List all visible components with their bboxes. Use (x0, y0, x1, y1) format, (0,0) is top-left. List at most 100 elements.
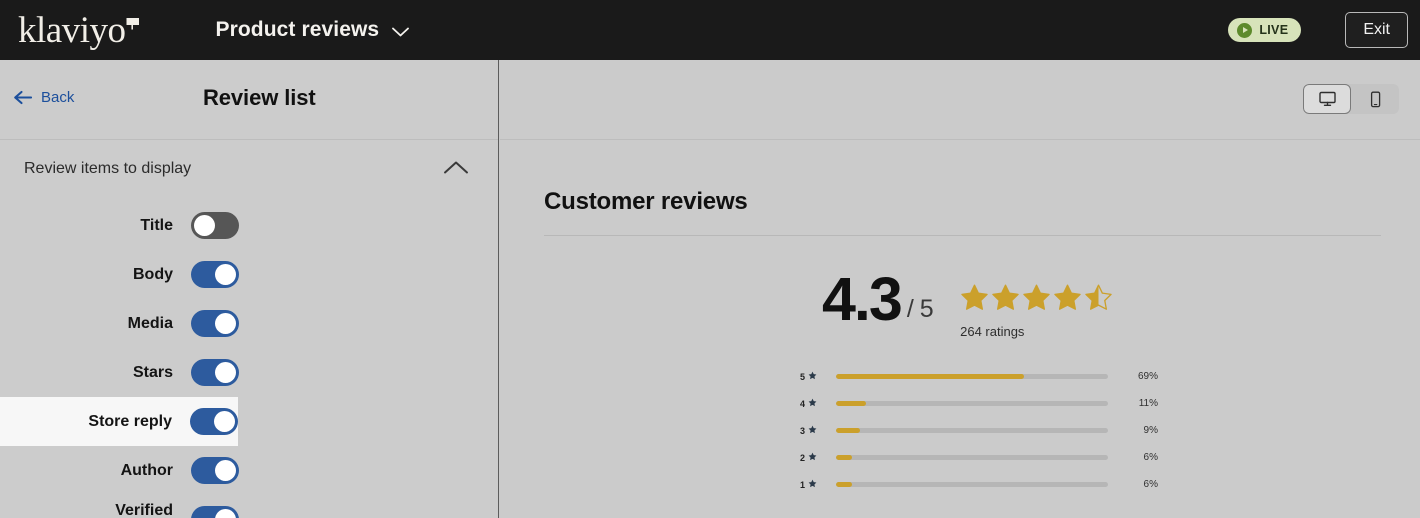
star-icon (808, 371, 817, 382)
back-button-label: Back (41, 89, 75, 106)
app-root: klaviyo Product reviews LIVE Exit Back R… (0, 0, 1420, 518)
rating-bar-category: 2 (800, 452, 826, 463)
rating-bar-fill (836, 428, 861, 433)
star-icon (808, 398, 817, 409)
toggle-label: Body (133, 265, 173, 283)
toggle-switch[interactable] (191, 310, 239, 337)
toggle-switch[interactable] (191, 506, 239, 518)
page-title: Review list (203, 85, 316, 110)
reviews-divider (544, 235, 1381, 236)
rating-bar-track (836, 401, 1108, 406)
rating-bar-fill (836, 374, 1024, 379)
rating-bar-track (836, 482, 1108, 487)
star-filled-icon (960, 283, 989, 317)
toggle-row-author[interactable]: Author (0, 446, 498, 495)
toggle-row-body[interactable]: Body (0, 250, 498, 299)
live-badge-label: LIVE (1259, 23, 1289, 37)
rating-bar-category-label: 1 (800, 479, 806, 490)
toggle-row-stars[interactable]: Stars (0, 348, 498, 397)
average-score: 4.3 / 5 (822, 265, 934, 333)
sidebar-header: Back Review list (0, 60, 498, 140)
stars-summary: 264 ratings (960, 274, 1113, 339)
rating-bar-fill (836, 455, 853, 460)
toggle-label: Verified badge (115, 501, 173, 518)
rating-bar-fill (836, 401, 866, 406)
customer-reviews-widget: Customer reviews 4.3 / 5 264 ratings 5 69… (500, 140, 1420, 498)
rating-bar-track (836, 428, 1108, 433)
rating-bar-category-label: 4 (800, 398, 806, 409)
rating-bar-row: 2 6% (800, 444, 1380, 471)
star-icon (808, 425, 817, 436)
device-desktop-button[interactable] (1303, 84, 1351, 114)
toggle-switch[interactable] (190, 408, 238, 435)
average-score-denominator: / 5 (906, 295, 934, 324)
toggle-label: Media (127, 314, 173, 332)
back-button[interactable]: Back (13, 89, 74, 106)
rating-distribution-chart: 5 69% 4 11% 3 9% 2 6% 1 6% (544, 363, 1380, 498)
rating-bar-category-label: 2 (800, 452, 806, 463)
preview-toolbar (500, 60, 1420, 140)
status-badge-live: LIVE (1228, 18, 1302, 42)
rating-bar-value-label: 11% (1138, 398, 1158, 409)
rating-bar-category: 5 (800, 371, 826, 382)
logo-wordmark: klaviyo (18, 9, 126, 51)
star-half-icon (1084, 283, 1113, 317)
average-score-value: 4.3 (822, 265, 903, 333)
rating-bar-value-label: 6% (1143, 452, 1158, 463)
toggle-knob (215, 313, 236, 334)
toggle-label: Author (120, 461, 173, 479)
section-label: Review items to display (24, 159, 192, 177)
rating-bar-value-label: 69% (1137, 371, 1158, 382)
play-circle-icon (1237, 22, 1253, 38)
rating-bar-category: 1 (800, 479, 826, 490)
toggle-knob (215, 362, 236, 383)
star-icon (808, 452, 817, 463)
rating-bar-row: 3 9% (800, 417, 1380, 444)
toggle-knob (215, 509, 236, 518)
toggle-knob (194, 215, 215, 236)
star-filled-icon (991, 283, 1020, 317)
device-mobile-button[interactable] (1351, 84, 1399, 114)
star-filled-icon (1022, 283, 1051, 317)
toggle-switch[interactable] (191, 261, 239, 288)
star-icon (808, 479, 817, 490)
nav-product-reviews-dropdown[interactable]: Product reviews (215, 18, 410, 42)
arrow-left-icon (13, 90, 33, 105)
rating-bar-value-label: 6% (1143, 479, 1158, 490)
toggle-knob (215, 460, 236, 481)
rating-bar-track (836, 374, 1108, 379)
review-items-toggle-list: Title Body Media Stars Store reply Author Veri… (0, 197, 498, 518)
preview-panel: Customer reviews 4.3 / 5 264 ratings 5 69… (500, 60, 1420, 518)
top-bar-actions: LIVE Exit (1228, 0, 1408, 60)
rating-bar-row: 1 6% (800, 471, 1380, 498)
chevron-up-icon[interactable] (443, 160, 469, 175)
toggle-knob (214, 411, 235, 432)
toggle-row-store-reply[interactable]: Store reply (0, 397, 238, 446)
toggle-label: Title (140, 216, 173, 234)
reviews-heading: Customer reviews (544, 188, 748, 215)
rating-summary: 4.3 / 5 264 ratings (544, 265, 1380, 339)
toggle-row-media[interactable]: Media (0, 299, 498, 348)
rating-bar-category: 3 (800, 425, 826, 436)
toggle-switch[interactable] (191, 359, 239, 386)
section-review-items-header[interactable]: Review items to display (0, 140, 498, 197)
toggle-row-verified-badge[interactable]: Verified badge (0, 495, 498, 518)
toggle-row-title[interactable]: Title (0, 201, 498, 250)
ratings-count-label: 264 ratings (960, 324, 1025, 339)
star-rating-icons (960, 283, 1113, 317)
rating-bar-category-label: 5 (800, 371, 806, 382)
toggle-knob (215, 264, 236, 285)
klaviyo-logo[interactable]: klaviyo (18, 9, 140, 51)
rating-bar-row: 5 69% (800, 363, 1380, 390)
nav-title-label: Product reviews (215, 18, 380, 41)
klaviyo-flag-mark-icon (126, 17, 140, 30)
toggle-switch[interactable] (191, 212, 239, 239)
rating-bar-row: 4 11% (800, 390, 1380, 417)
exit-button[interactable]: Exit (1345, 12, 1408, 48)
rating-bar-category-label: 3 (800, 425, 806, 436)
rating-bar-category: 4 (800, 398, 826, 409)
star-filled-icon (1053, 283, 1082, 317)
toggle-switch[interactable] (191, 457, 239, 484)
toggle-label: Store reply (88, 412, 172, 430)
rating-bar-fill (836, 482, 853, 487)
